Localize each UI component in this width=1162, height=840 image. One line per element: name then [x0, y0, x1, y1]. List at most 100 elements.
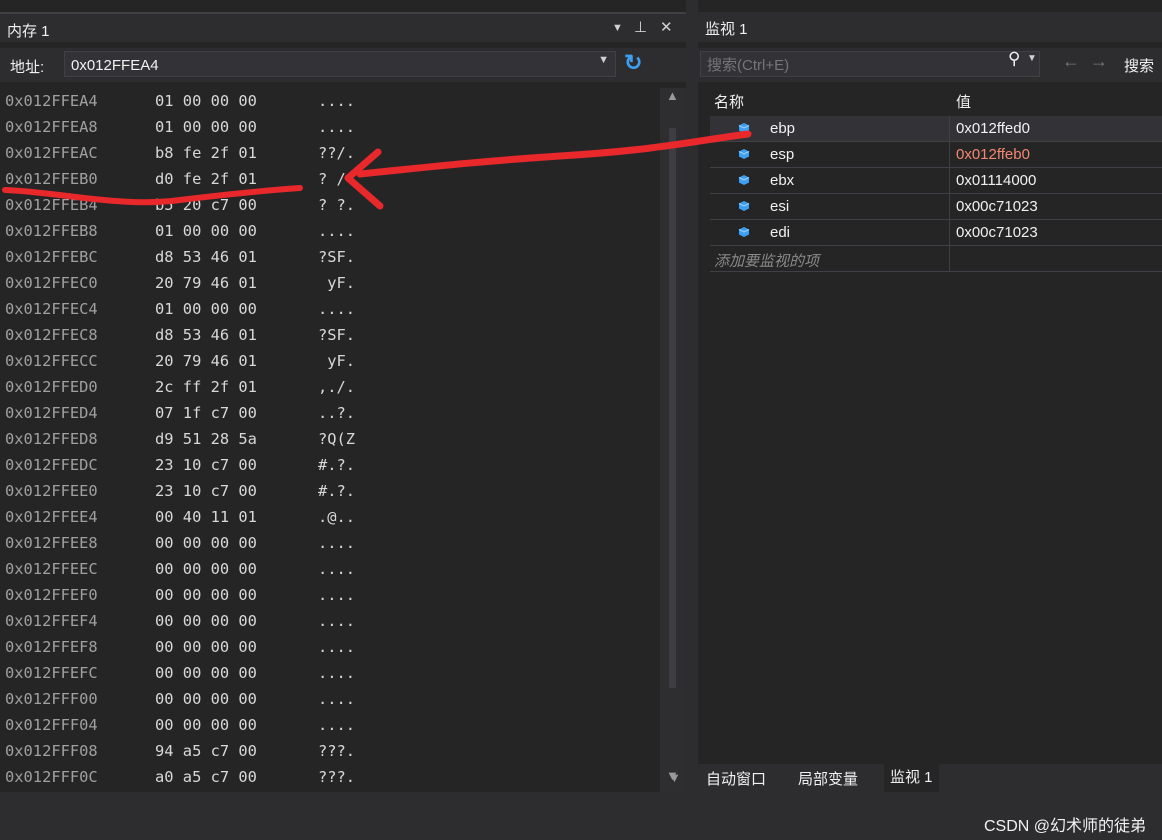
memory-ascii: yF.	[318, 274, 356, 292]
memory-hex-bytes: 01 00 00 00	[155, 92, 257, 110]
memory-ascii: ? /.	[318, 170, 356, 188]
watch-variable-value[interactable]: 0x00c71023	[956, 198, 1038, 215]
memory-hex-bytes: 94 a5 c7 00	[155, 742, 257, 760]
memory-hex-bytes: 00 00 00 00	[155, 534, 257, 552]
watch-window-title: 监视 1	[705, 21, 748, 38]
memory-hex-bytes: 01 00 00 00	[155, 118, 257, 136]
memory-hex-bytes: b5 20 c7 00	[155, 196, 257, 214]
watch-variable-value[interactable]: 0x01114000	[956, 172, 1036, 189]
memory-hex-bytes: d8 53 46 01	[155, 248, 257, 266]
watch-row[interactable]: esp 0x012ffeb0	[710, 142, 1162, 168]
memory-hex-bytes: 07 1f c7 00	[155, 404, 257, 422]
watch-variable-value[interactable]: 0x012ffed0	[956, 120, 1030, 137]
memory-ascii: ?SF.	[318, 248, 356, 266]
memory-address: 0x012FFEAC	[5, 144, 98, 162]
memory-scrollbar[interactable]: ▲ ▼	[660, 88, 686, 792]
memory-ascii: ....	[318, 560, 356, 578]
memory-hex-bytes: 23 10 c7 00	[155, 482, 257, 500]
watch-row[interactable]: esi 0x00c71023	[710, 194, 1162, 220]
watch-window: 监视 1 ⚲ ▼ ← → 搜索 名称 值 ebp 0x012ffed0 esp 0x0…	[668, 0, 1162, 792]
watch-variable-name: ebx	[770, 172, 795, 189]
watch-window-title-bar[interactable]: 监视 1	[698, 12, 1162, 42]
watch-name-cell[interactable]: esi	[710, 194, 950, 220]
refresh-icon[interactable]: ↻	[624, 50, 642, 76]
watch-variable-name: esp	[770, 146, 795, 163]
memory-ascii: #.?.	[318, 456, 356, 474]
watch-variable-name: ebp	[770, 120, 796, 137]
arrow-right-icon[interactable]: →	[1090, 51, 1108, 72]
chevron-down-icon[interactable]: ▼	[1027, 53, 1037, 64]
memory-address: 0x012FFEC0	[5, 274, 98, 292]
search-input[interactable]	[705, 54, 999, 76]
watch-variable-value[interactable]: 0x00c71023	[956, 224, 1038, 241]
memory-address: 0x012FFECC	[5, 352, 98, 370]
memory-hex-bytes: d0 fe 2f 01	[155, 170, 257, 188]
memory-ascii: ???.	[318, 742, 356, 760]
memory-address: 0x012FFEB8	[5, 222, 98, 240]
memory-ascii: ....	[318, 118, 356, 136]
tab-autos[interactable]: 自动窗口	[706, 768, 766, 789]
memory-hex-bytes: 00 00 00 00	[155, 716, 257, 734]
register-variable-icon	[738, 175, 750, 185]
bottom-tab-strip: 自动窗口 局部变量 监视 1	[698, 764, 1162, 792]
memory-address: 0x012FFEE0	[5, 482, 98, 500]
memory-hex-bytes: 2c ff 2f 01	[155, 378, 257, 396]
watch-name-cell[interactable]: esp	[710, 142, 950, 168]
memory-ascii: ....	[318, 586, 356, 604]
column-header-name[interactable]: 名称	[714, 91, 744, 112]
column-header-value[interactable]: 值	[956, 91, 971, 112]
memory-window: 内存 1 ▼ ⊥ ✕ 地址: ▼ ↻ 0x012FFEA4 01 00 00 00…	[0, 0, 686, 792]
memory-hex-bytes: 23 10 c7 00	[155, 456, 257, 474]
register-variable-icon	[738, 123, 750, 133]
watch-name-cell[interactable]: 添加要监视的项	[710, 246, 950, 272]
watch-name-cell[interactable]: ebp	[710, 116, 950, 142]
memory-ascii: ....	[318, 92, 356, 110]
watch-row[interactable]: ebp 0x012ffed0	[710, 116, 1162, 142]
add-watch-row[interactable]: 添加要监视的项	[710, 246, 1162, 272]
memory-ascii: #.?.	[318, 482, 356, 500]
memory-window-title: 内存 1	[7, 23, 50, 40]
memory-address: 0x012FFEBC	[5, 248, 98, 266]
search-box[interactable]	[700, 51, 1040, 77]
watch-name-cell[interactable]: ebx	[710, 168, 950, 194]
memory-ascii: ?Q(Z	[318, 430, 356, 448]
scroll-up-icon[interactable]: ▲	[666, 88, 679, 103]
watch-variable-name: edi	[770, 224, 791, 241]
memory-ascii: .@..	[318, 508, 356, 526]
register-variable-icon	[738, 149, 750, 159]
memory-hex-bytes: b8 fe 2f 01	[155, 144, 257, 162]
memory-grid[interactable]: 0x012FFEA4 01 00 00 00.... 0x012FFEA8 01 00…	[0, 88, 660, 792]
memory-ascii: ??/.	[318, 144, 356, 162]
tab-watch-1[interactable]: 监视 1	[884, 764, 939, 792]
watch-row[interactable]: ebx 0x01114000	[710, 168, 1162, 194]
memory-ascii: ....	[318, 690, 356, 708]
register-variable-icon	[738, 227, 750, 237]
search-depth-label[interactable]: 搜索	[1124, 55, 1154, 76]
pane-splitter[interactable]	[686, 0, 698, 792]
address-label: 地址:	[10, 59, 45, 76]
watch-grid-header: 名称 值	[710, 86, 1162, 116]
address-input[interactable]	[69, 54, 593, 76]
watch-row[interactable]: edi 0x00c71023	[710, 220, 1162, 246]
search-icon[interactable]: ⚲	[1008, 49, 1020, 69]
memory-hex-bytes: d9 51 28 5a	[155, 430, 257, 448]
memory-window-title-bar[interactable]: 内存 1 ▼ ⊥ ✕	[0, 12, 686, 42]
memory-ascii: ..?.	[318, 404, 356, 422]
memory-address: 0x012FFEC4	[5, 300, 98, 318]
memory-ascii: yF.	[318, 352, 356, 370]
close-icon[interactable]: ✕	[660, 18, 673, 36]
arrow-left-icon[interactable]: ←	[1062, 51, 1080, 72]
watch-variable-value[interactable]: 0x012ffeb0	[956, 146, 1030, 163]
address-combobox[interactable]: ▼	[64, 51, 616, 77]
memory-hex-bytes: 00 00 00 00	[155, 690, 257, 708]
tab-locals[interactable]: 局部变量	[798, 768, 858, 789]
add-watch-placeholder[interactable]: 添加要监视的项	[714, 250, 819, 271]
chevron-down-icon[interactable]: ▼	[598, 54, 609, 66]
memory-hex-bytes: 00 00 00 00	[155, 560, 257, 578]
memory-address: 0x012FFED8	[5, 430, 98, 448]
watch-name-cell[interactable]: edi	[710, 220, 950, 246]
pin-icon[interactable]: ⊥	[634, 18, 647, 36]
scroll-down-icon[interactable]: ▼	[668, 770, 681, 785]
window-options-dropdown-icon[interactable]: ▼	[612, 22, 623, 34]
scrollbar-thumb[interactable]	[669, 128, 676, 688]
